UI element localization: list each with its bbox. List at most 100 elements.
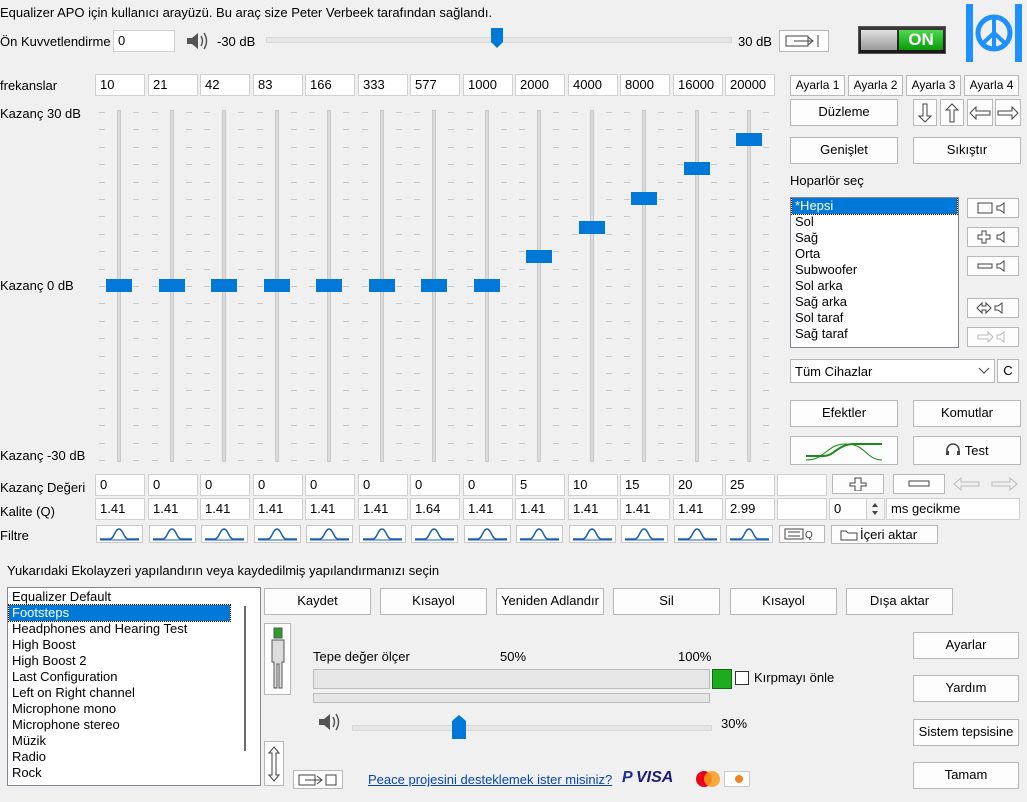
config-list-item[interactable]: Footsteps: [8, 604, 231, 622]
gain-input[interactable]: 20: [673, 474, 723, 496]
peak-filter-icon[interactable]: [516, 525, 563, 543]
band-slider-thumb[interactable]: [631, 192, 657, 205]
add-band-button[interactable]: [832, 474, 884, 494]
band-slider[interactable]: [729, 110, 769, 462]
frequency-input[interactable]: 10: [95, 74, 145, 96]
frequency-input[interactable]: 1000: [463, 74, 513, 96]
band-slider-thumb[interactable]: [684, 162, 710, 175]
peak-filter-icon[interactable]: [464, 525, 511, 543]
peak-filter-icon[interactable]: [411, 525, 458, 543]
settings-button[interactable]: Ayarlar: [913, 632, 1019, 659]
peace-logo-icon[interactable]: [964, 2, 1024, 67]
frequency-input[interactable]: 16000: [673, 74, 723, 96]
speaker-list-item[interactable]: *Hepsi: [791, 198, 958, 215]
band-slider[interactable]: [99, 110, 139, 462]
extra-gain-input[interactable]: [777, 474, 827, 496]
export-button[interactable]: Dışa aktar: [846, 588, 953, 615]
remove-band-button[interactable]: [893, 474, 945, 494]
speaker-add-button[interactable]: [967, 227, 1019, 247]
gain-input[interactable]: 0: [95, 474, 145, 496]
donate-link[interactable]: Peace projesini desteklemek ister misini…: [368, 772, 612, 787]
gain-input[interactable]: 0: [148, 474, 198, 496]
band-slider-thumb[interactable]: [579, 221, 605, 234]
quality-input[interactable]: 1.41: [148, 498, 198, 520]
quality-input[interactable]: 1.41: [568, 498, 618, 520]
quality-input[interactable]: 1.41: [620, 498, 670, 520]
band-slider[interactable]: [204, 110, 244, 462]
shortcut-button-1[interactable]: Kısayol: [380, 588, 487, 615]
preset-button-1[interactable]: Ayarla 1: [790, 75, 845, 96]
arrow-left-icon[interactable]: [967, 99, 993, 126]
band-slider-thumb[interactable]: [159, 279, 185, 292]
config-list-item[interactable]: Rock: [9, 765, 230, 781]
band-slider[interactable]: [624, 110, 664, 462]
config-list-item[interactable]: Last Configuration: [9, 669, 230, 685]
commands-button[interactable]: Komutlar: [913, 400, 1021, 427]
band-slider-thumb[interactable]: [316, 279, 342, 292]
speaker-list-item[interactable]: Sol arka: [792, 278, 957, 294]
band-slider-thumb[interactable]: [211, 279, 237, 292]
frequency-input[interactable]: 83: [253, 74, 303, 96]
gain-input[interactable]: 15: [620, 474, 670, 496]
quality-input[interactable]: 1.41: [95, 498, 145, 520]
effects-button[interactable]: Efektler: [790, 400, 898, 427]
gain-input[interactable]: 0: [305, 474, 355, 496]
device-select[interactable]: Tüm Cihazlar: [790, 359, 995, 383]
speaker-swap-button[interactable]: [967, 298, 1019, 318]
quality-input[interactable]: 1.41: [200, 498, 250, 520]
band-slider[interactable]: [362, 110, 402, 462]
speaker-list[interactable]: *Hepsi Sol Sağ Orta Subwoofer Sol arka Sağ ark…: [790, 197, 959, 348]
arrow-down-icon[interactable]: [913, 99, 937, 126]
frequency-input[interactable]: 8000: [620, 74, 670, 96]
quality-input[interactable]: 1.64: [410, 498, 460, 520]
band-slider[interactable]: [572, 110, 612, 462]
frequency-input[interactable]: 166: [305, 74, 355, 96]
speaker-list-item[interactable]: Sol taraf: [792, 310, 957, 326]
gain-input[interactable]: 10: [568, 474, 618, 496]
preamp-slider-thumb[interactable]: [491, 28, 503, 48]
band-slider[interactable]: [467, 110, 507, 462]
peak-filter-icon[interactable]: [306, 525, 353, 543]
preset-button-4[interactable]: Ayarla 4: [964, 75, 1019, 96]
band-slider-thumb[interactable]: [264, 279, 290, 292]
config-list-item[interactable]: Equalizer Default: [9, 589, 230, 605]
gain-input[interactable]: 0: [358, 474, 408, 496]
resize-vertical-icon[interactable]: [264, 741, 284, 786]
config-list-item[interactable]: Headphones and Hearing Test: [9, 621, 230, 637]
delete-button[interactable]: Sil: [613, 588, 720, 615]
volume-slider[interactable]: [352, 712, 712, 740]
config-list-scrollbar[interactable]: [244, 606, 246, 751]
peak-filter-icon[interactable]: [201, 525, 248, 543]
peak-filter-icon[interactable]: [569, 525, 616, 543]
speaker-remove-button[interactable]: [967, 256, 1019, 276]
speaker-list-item[interactable]: Subwoofer: [792, 262, 957, 278]
band-slider[interactable]: [152, 110, 192, 462]
ok-button[interactable]: Tamam: [913, 762, 1019, 789]
speaker-mono-button[interactable]: [967, 198, 1019, 218]
rename-button[interactable]: Yeniden Adlandır: [496, 588, 604, 615]
peak-filter-icon[interactable]: [96, 525, 143, 543]
frequency-input[interactable]: 577: [410, 74, 460, 96]
import-button[interactable]: İçeri aktar: [831, 525, 938, 544]
speaker-volume-icon[interactable]: [184, 29, 210, 56]
speaker-list-item[interactable]: Sol: [792, 214, 957, 230]
volume-slider-thumb[interactable]: [452, 715, 466, 739]
payment-logos[interactable]: P VISA: [622, 766, 752, 792]
quality-input[interactable]: 1.41: [253, 498, 303, 520]
power-toggle[interactable]: ON: [858, 26, 946, 54]
system-tray-button[interactable]: Sistem tepsisine: [913, 719, 1019, 746]
expand-window-button[interactable]: [779, 30, 829, 52]
band-slider[interactable]: [519, 110, 559, 462]
peak-filter-icon[interactable]: [359, 525, 406, 543]
quality-input[interactable]: 1.41: [305, 498, 355, 520]
config-list-item[interactable]: Left on Right channel: [9, 685, 230, 701]
band-slider[interactable]: [309, 110, 349, 462]
arrow-up-icon[interactable]: [940, 99, 964, 126]
band-slider-thumb[interactable]: [106, 279, 132, 292]
frequency-input[interactable]: 4000: [568, 74, 618, 96]
preset-button-2[interactable]: Ayarla 2: [848, 75, 903, 96]
gain-input[interactable]: 25: [725, 474, 775, 496]
extra-q-input[interactable]: [777, 498, 827, 520]
preset-button-3[interactable]: Ayarla 3: [906, 75, 961, 96]
band-slider[interactable]: [257, 110, 297, 462]
